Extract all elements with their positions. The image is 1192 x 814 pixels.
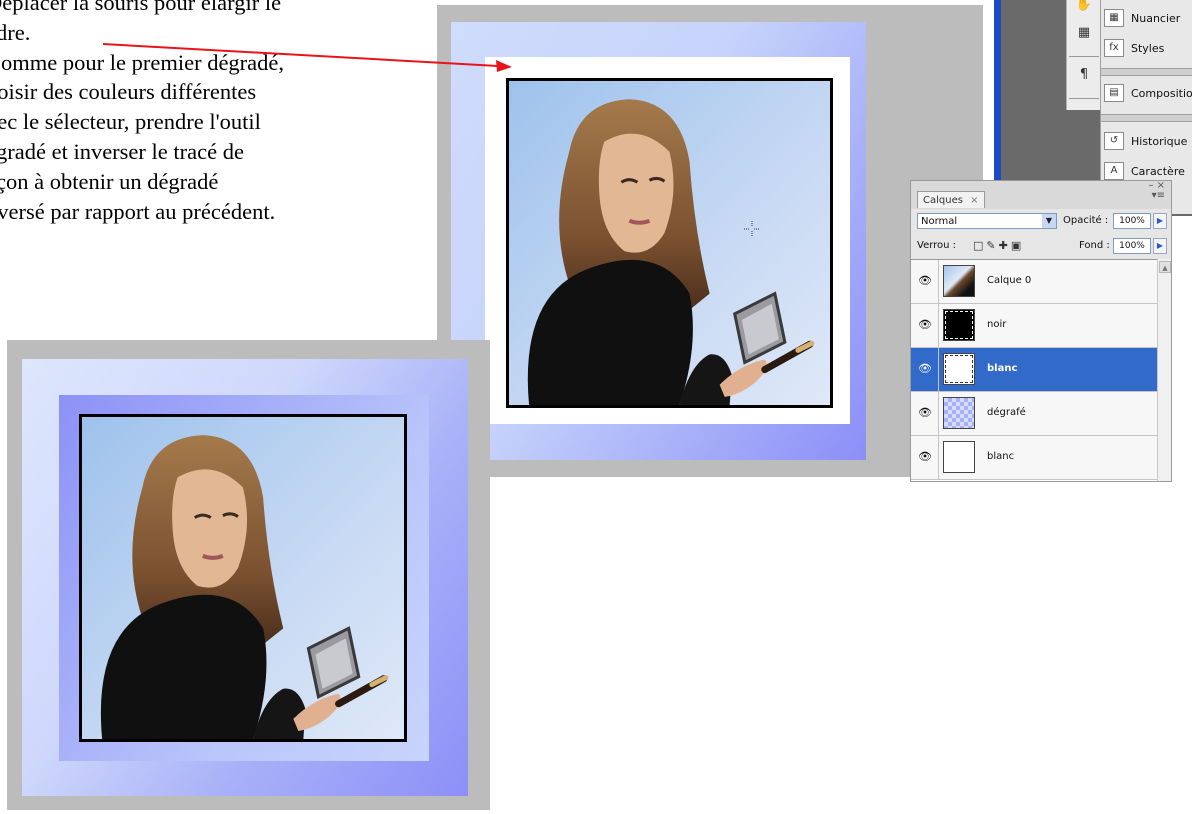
- opacity-slider-arrow-icon[interactable]: ▶: [1153, 213, 1167, 229]
- panel-item-label: Styles: [1131, 41, 1165, 55]
- panel-item-swatches[interactable]: ▦ Nuancier: [1104, 5, 1180, 31]
- eye-icon[interactable]: 👁: [916, 405, 934, 421]
- separator: [1069, 98, 1099, 99]
- panel-window-controls[interactable]: – × ▾≡: [1148, 181, 1165, 201]
- instruction-line: adre.: [0, 19, 31, 45]
- separator: [1069, 56, 1099, 57]
- canvas-after: [437, 5, 983, 477]
- panel-divider: [1101, 68, 1192, 76]
- portrait-illustration: [509, 81, 830, 405]
- panel-item-label: Caractère: [1131, 164, 1185, 178]
- layer-thumbnail: [943, 353, 975, 385]
- layer-name: dégrafé: [987, 407, 1026, 418]
- instruction-line: vec le sélecteur, prendre l'outil: [0, 109, 261, 135]
- eye-icon[interactable]: 👁: [916, 273, 934, 289]
- scroll-up-icon[interactable]: ▲: [1159, 261, 1171, 273]
- layer-row[interactable]: 👁 dégrafé: [911, 392, 1157, 436]
- lock-options[interactable]: □✎✚▣: [973, 238, 1024, 254]
- instruction-line: Comme pour le premier dégradé,: [0, 49, 285, 75]
- instruction-line: açon à obtenir un dégradé: [0, 168, 219, 194]
- layer-comps-icon: ▤: [1104, 84, 1124, 102]
- document-gradient: [451, 22, 866, 460]
- layer-name: Calque 0: [987, 275, 1032, 286]
- lock-label: Verrou :: [917, 240, 957, 251]
- panel-divider: [1101, 114, 1192, 122]
- canvas-before: [7, 340, 490, 810]
- layers-panel: Calques × – × ▾≡ Normal ▼ Opacité : 100% …: [910, 180, 1172, 482]
- instruction-line: Déplacer la souris pour élargir le: [0, 0, 282, 15]
- panel-item-history[interactable]: ↺ Historique: [1104, 128, 1187, 154]
- panel-item-layer-comps[interactable]: ▤ Compositio: [1104, 80, 1192, 106]
- layer-name: noir: [987, 319, 1007, 330]
- photo-frame: [79, 414, 407, 742]
- eye-icon[interactable]: 👁: [916, 361, 934, 377]
- scrollbar[interactable]: ▲: [1157, 259, 1171, 481]
- blend-row: Normal ▼ Opacité : 100% ▶: [917, 213, 1167, 231]
- separator: [938, 436, 939, 479]
- lock-row: Verrou : □✎✚▣ Fond : 100% ▶: [917, 238, 1167, 256]
- layer-thumbnail: [943, 441, 975, 473]
- layer-name: blanc: [987, 451, 1015, 462]
- portrait-illustration: [82, 417, 404, 739]
- separator: [938, 304, 939, 347]
- layer-thumbnail: [943, 265, 975, 297]
- layer-row[interactable]: 👁 Calque 0: [911, 260, 1157, 304]
- instruction-text: Déplacer la souris pour élargir le adre.…: [0, 0, 406, 226]
- instruction-line: nversé par rapport au précédent.: [0, 198, 276, 224]
- separator: [938, 348, 939, 391]
- blend-mode-value: Normal: [921, 216, 958, 227]
- opacity-input[interactable]: 100%: [1113, 213, 1151, 229]
- paragraph-icon[interactable]: ¶: [1072, 64, 1096, 86]
- chevron-down-icon[interactable]: ▼: [1042, 214, 1056, 228]
- fill-label: Fond :: [1079, 240, 1110, 251]
- portrait-photo: [509, 81, 830, 405]
- layer-name: blanc: [987, 363, 1018, 374]
- layer-row-selected[interactable]: 👁 blanc: [911, 348, 1157, 392]
- fill-slider-arrow-icon[interactable]: ▶: [1153, 238, 1167, 254]
- layer-row[interactable]: 👁 blanc: [911, 436, 1157, 480]
- tab-label: Calques: [923, 195, 963, 206]
- photo-frame: [506, 78, 833, 408]
- separator: [938, 392, 939, 435]
- panel-item-label: Historique: [1131, 134, 1188, 148]
- hand-tool-icon[interactable]: ✋: [1072, 0, 1096, 16]
- layer-list: 👁 Calque 0 👁 noir 👁 blanc 👁 dégrafé 👁 bl…: [911, 259, 1157, 481]
- instruction-line: hoisir des couleurs différentes: [0, 79, 257, 105]
- inverted-gradient-border: [59, 395, 429, 761]
- blend-mode-select[interactable]: Normal ▼: [917, 213, 1057, 229]
- character-icon: A: [1104, 162, 1124, 180]
- layer-thumbnail: [943, 309, 975, 341]
- swatches-icon: ▦: [1104, 9, 1124, 27]
- panel-item-label: Compositio: [1131, 86, 1192, 100]
- close-icon[interactable]: ×: [970, 195, 978, 206]
- layer-row[interactable]: 👁 noir: [911, 304, 1157, 348]
- panel-header: Calques × – × ▾≡: [911, 181, 1171, 209]
- portrait-photo: [82, 417, 404, 739]
- instruction-line: égradé et inverser le tracé de: [0, 138, 244, 164]
- panel-item-label: Nuancier: [1131, 11, 1181, 25]
- separator: [938, 260, 939, 303]
- eye-icon[interactable]: 👁: [916, 449, 934, 465]
- history-icon: ↺: [1104, 132, 1124, 150]
- styles-icon: fx: [1104, 39, 1124, 57]
- panel-item-styles[interactable]: fx Styles: [1104, 35, 1164, 61]
- fill-input[interactable]: 100%: [1113, 238, 1151, 254]
- panel-icon-column: ✋ ▦ ¶: [1066, 0, 1102, 110]
- opacity-label: Opacité :: [1063, 215, 1109, 226]
- eye-icon[interactable]: 👁: [916, 317, 934, 333]
- crosshair-cursor-icon: [744, 221, 760, 237]
- tab-layers[interactable]: Calques ×: [917, 191, 985, 208]
- layer-thumbnail: [943, 397, 975, 429]
- document-gradient: [22, 359, 468, 796]
- navigator-icon[interactable]: ▦: [1072, 22, 1096, 44]
